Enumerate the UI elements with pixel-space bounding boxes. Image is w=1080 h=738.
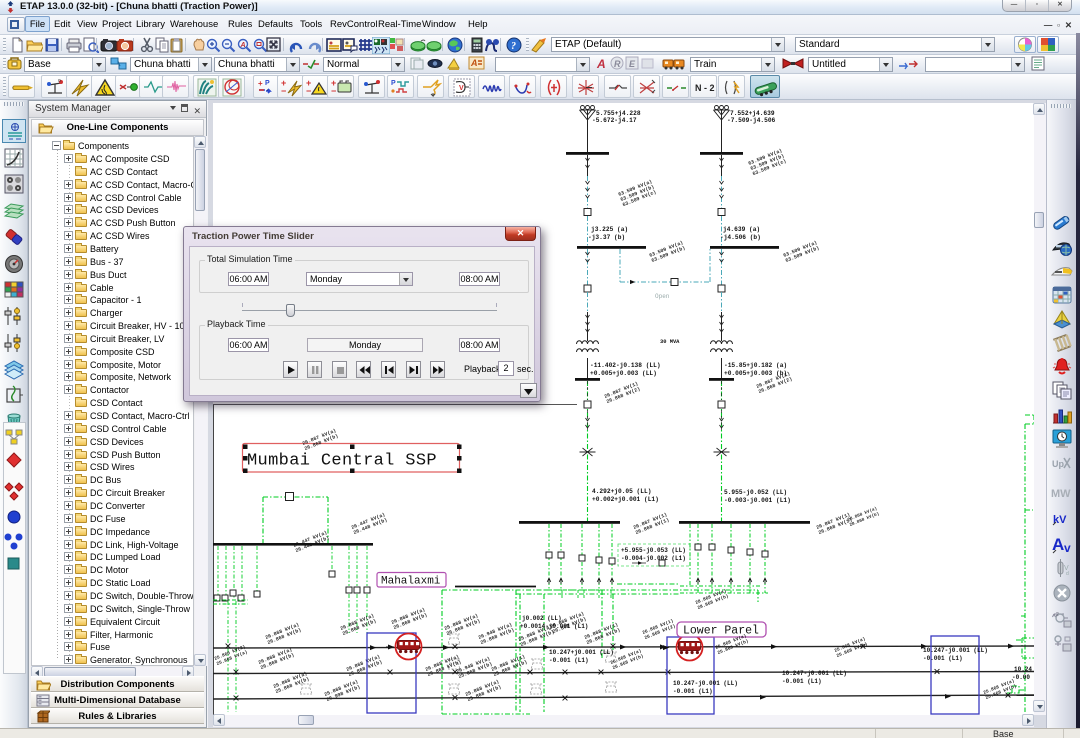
svg-text:kV: kV: [1053, 514, 1067, 526]
svg-text:5.955-j0.052 (LL): 5.955-j0.052 (LL): [724, 489, 787, 496]
svg-text:−: −: [306, 86, 311, 96]
svg-text:V: V: [459, 85, 464, 92]
svg-text:Open: Open: [655, 293, 670, 300]
svg-text:MW: MW: [1051, 488, 1071, 500]
svg-text:-7.509-j4.506: -7.509-j4.506: [727, 117, 776, 124]
svg-text:A: A: [1052, 535, 1064, 554]
svg-text:-5.672-j4.17: -5.672-j4.17: [592, 117, 637, 124]
svg-text:7.552+j4.639: 7.552+j4.639: [730, 110, 775, 117]
svg-text:4.292+j0.05 (LL): 4.292+j0.05 (LL): [592, 488, 651, 495]
svg-text:P: P: [391, 80, 396, 87]
svg-text:30 MVA: 30 MVA: [660, 339, 680, 345]
svg-text:Lower Parel: Lower Parel: [683, 625, 759, 638]
svg-text:+0.002+j0.001 (L1): +0.002+j0.001 (L1): [592, 496, 659, 503]
svg-text:-j4.506 (b): -j4.506 (b): [720, 234, 761, 241]
svg-text:+5.955-j0.053 (LL): +5.955-j0.053 (LL): [621, 547, 686, 554]
svg-text:-15.85+j0.182 (a): -15.85+j0.182 (a): [724, 362, 787, 369]
svg-text:10.247-j0.001 (LL): 10.247-j0.001 (LL): [923, 647, 988, 654]
svg-text:Up: Up: [1052, 459, 1064, 469]
svg-text:A: A: [596, 57, 606, 71]
svg-text:+: +: [258, 79, 263, 88]
svg-text:-0.001 (L1): -0.001 (L1): [549, 657, 589, 664]
svg-text:10.247-j0.001 (LL): 10.247-j0.001 (LL): [673, 680, 738, 687]
svg-text:2: 2: [1056, 612, 1059, 618]
svg-text:-0.001 (L1): -0.001 (L1): [923, 655, 963, 662]
svg-text:−: −: [281, 86, 286, 96]
svg-text:-0.001 (L1): -0.001 (L1): [782, 678, 822, 685]
svg-text:R: R: [614, 59, 621, 69]
svg-text:5.755+j4.228: 5.755+j4.228: [596, 110, 641, 117]
svg-text:−: −: [331, 86, 336, 96]
svg-text:A: A: [470, 58, 478, 68]
svg-text:-0.004-j0.002 (L1): -0.004-j0.002 (L1): [621, 555, 686, 562]
svg-text:A: A: [240, 42, 246, 49]
svg-text:-0.003-j0.001 (L1): -0.003-j0.001 (L1): [724, 497, 791, 504]
svg-text:10.247-j0.001 (LL): 10.247-j0.001 (LL): [782, 670, 847, 677]
svg-text:-0.00: -0.00: [1012, 674, 1030, 681]
svg-text:N - 2: N - 2: [695, 83, 715, 93]
svg-text:-j3.37 (b): -j3.37 (b): [588, 234, 625, 241]
svg-text:d: d: [1066, 571, 1069, 577]
svg-text:Mahalaxmi: Mahalaxmi: [381, 576, 441, 588]
svg-text:P: P: [265, 80, 270, 87]
svg-text:?: ?: [511, 41, 516, 52]
svg-text:Mumbai Central SSP: Mumbai Central SSP: [247, 452, 437, 471]
svg-text:E: E: [629, 59, 636, 69]
svg-text:+0.005+j0.003 (LL): +0.005+j0.003 (LL): [590, 370, 657, 377]
svg-text:-11.402-j0.138 (LL): -11.402-j0.138 (LL): [590, 362, 661, 369]
svg-text:-0.001 (L1): -0.001 (L1): [673, 688, 713, 695]
svg-text:v: v: [1064, 541, 1071, 555]
svg-text:10.24: 10.24: [1014, 666, 1032, 673]
svg-text:o: o: [58, 78, 61, 84]
svg-text:j4.639 (a): j4.639 (a): [723, 226, 760, 233]
svg-text:10.247+j0.001 (LL): 10.247+j0.001 (LL): [549, 649, 614, 656]
svg-text:j3.225 (a): j3.225 (a): [591, 226, 628, 233]
